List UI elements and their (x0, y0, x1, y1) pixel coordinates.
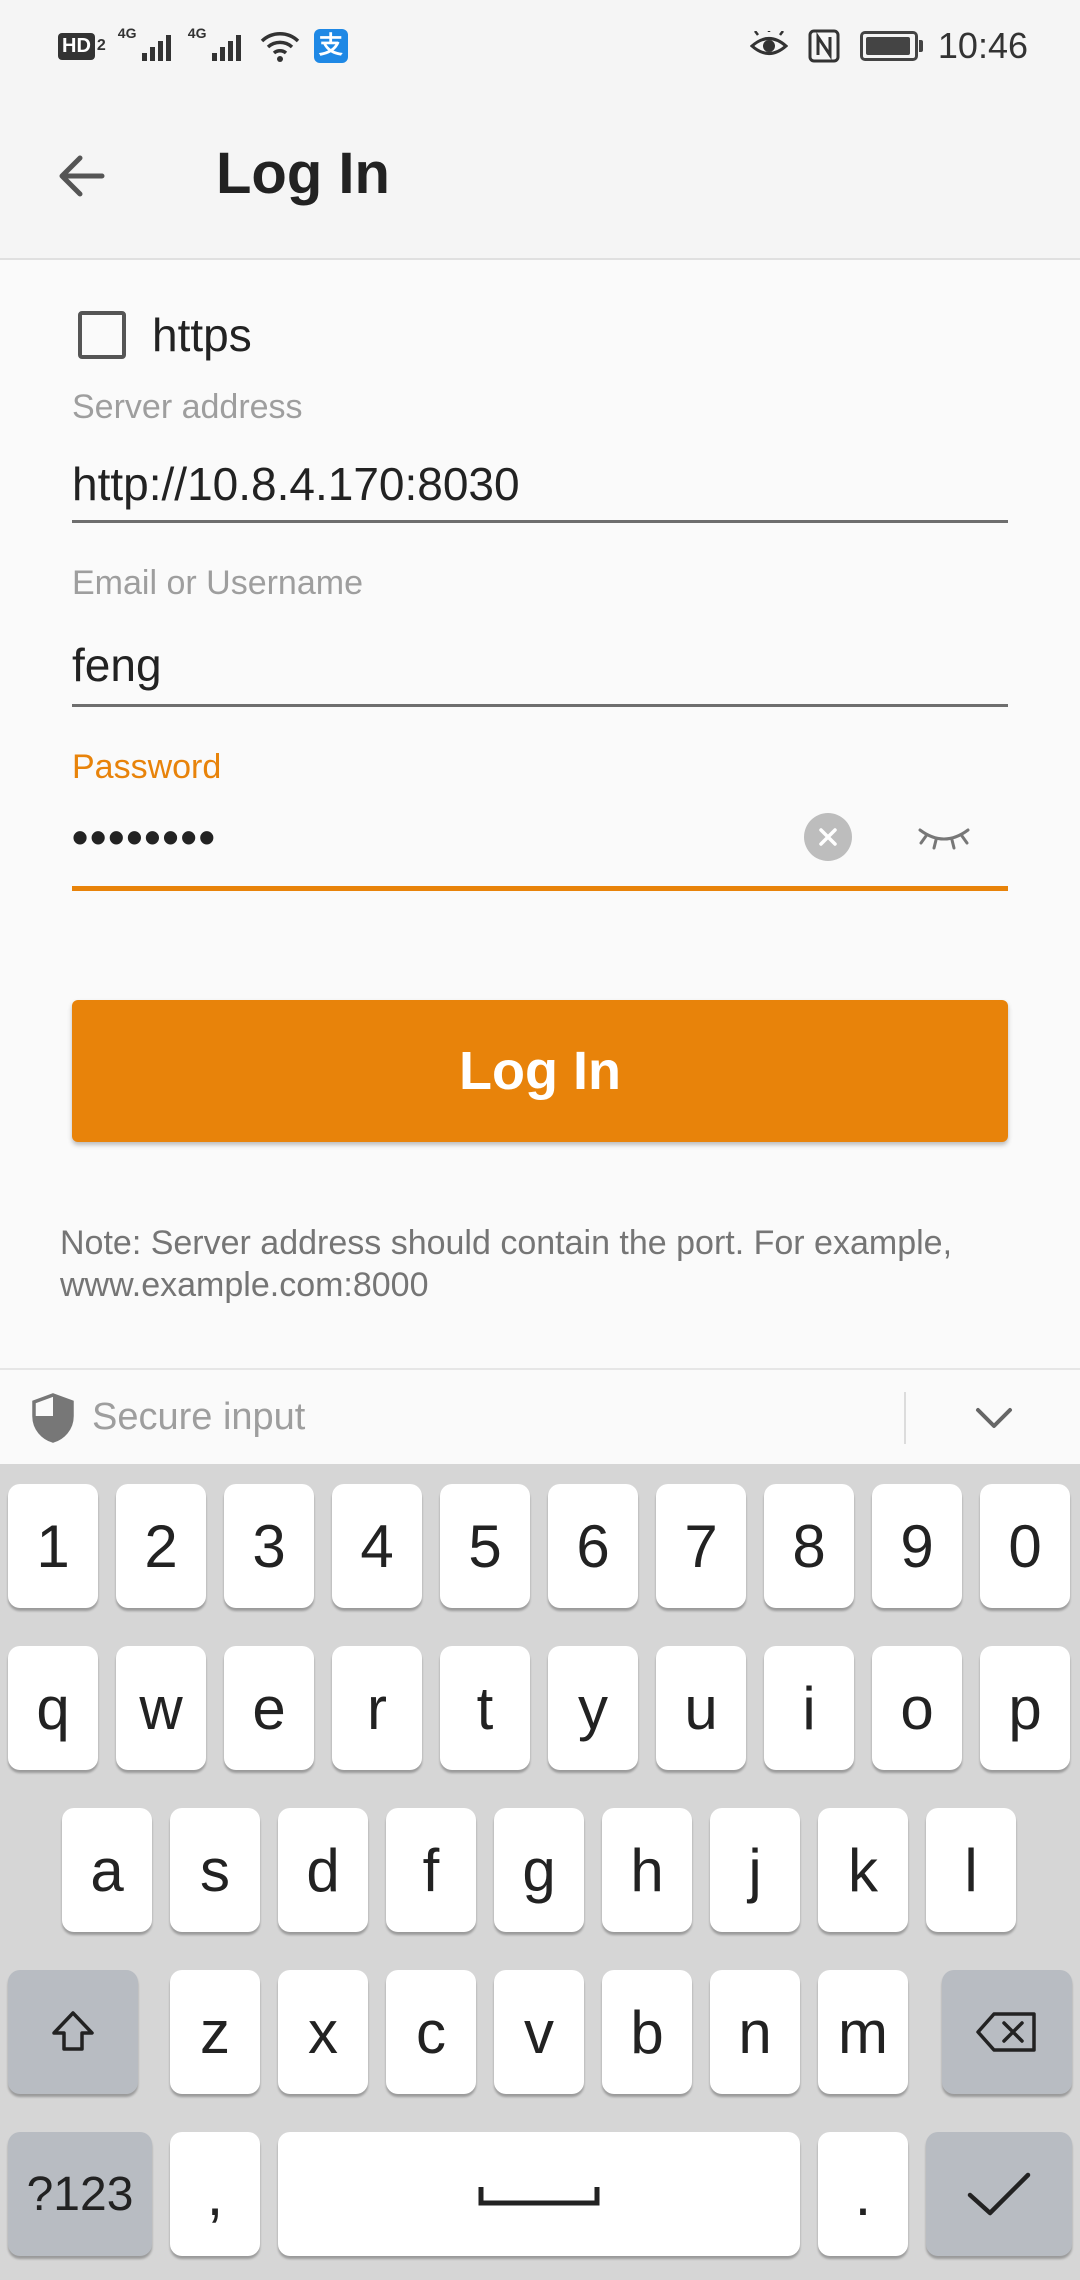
chevron-down-icon[interactable] (970, 1396, 1018, 1440)
key[interactable]: z (170, 1970, 260, 2094)
key[interactable]: x (278, 1970, 368, 2094)
hd-icon: HD 2 (58, 32, 106, 60)
key[interactable]: 6 (548, 1484, 638, 1608)
status-time: 10:46 (937, 25, 1028, 66)
key[interactable]: h (602, 1808, 692, 1932)
status-left-icons: HD 2 4G 4G 支 (58, 25, 348, 64)
secure-input-label: Secure input (92, 1396, 306, 1438)
https-checkbox-row[interactable]: https (78, 308, 252, 362)
server-address-underline (72, 520, 1008, 523)
hd-label: HD (58, 32, 95, 60)
username-label: Email or Username (72, 564, 363, 602)
clear-password-button[interactable] (804, 813, 852, 861)
key[interactable]: k (818, 1808, 908, 1932)
key[interactable]: e (224, 1646, 314, 1770)
signal-icon: 4G (118, 25, 176, 61)
comma-key[interactable]: , (170, 2132, 260, 2256)
key[interactable]: 8 (764, 1484, 854, 1608)
key[interactable]: i (764, 1646, 854, 1770)
eye-icon (749, 31, 788, 55)
server-address-input[interactable] (72, 454, 1008, 514)
backspace-key[interactable] (942, 1970, 1072, 2094)
password-input[interactable]: •••••••• (72, 810, 217, 864)
key[interactable]: f (386, 1808, 476, 1932)
shift-key[interactable] (8, 1970, 138, 2094)
username-underline (72, 704, 1008, 707)
login-button[interactable]: Log In (72, 1000, 1008, 1142)
key[interactable]: t (440, 1646, 530, 1770)
signal-label: 4G (117, 25, 137, 41)
eye-closed-icon[interactable] (912, 808, 976, 864)
key[interactable]: y (548, 1646, 638, 1770)
key[interactable]: b (602, 1970, 692, 2094)
symbols-key[interactable]: ?123 (8, 2132, 152, 2256)
key[interactable]: s (170, 1808, 260, 1932)
key[interactable]: 9 (872, 1484, 962, 1608)
app-bar: Log In (0, 92, 1080, 260)
key[interactable]: 3 (224, 1484, 314, 1608)
key[interactable]: j (710, 1808, 800, 1932)
key[interactable]: 7 (656, 1484, 746, 1608)
battery-icon (859, 31, 923, 61)
key[interactable]: 4 (332, 1484, 422, 1608)
password-underline (72, 886, 1008, 891)
key[interactable]: v (494, 1970, 584, 2094)
status-bar: HD 2 4G 4G 支 10:46 (0, 0, 1080, 92)
close-icon (819, 828, 837, 846)
enter-key[interactable] (926, 2132, 1072, 2256)
key[interactable]: a (62, 1808, 152, 1932)
space-icon (478, 2187, 600, 2206)
password-label: Password (72, 748, 222, 786)
nfc-icon (808, 29, 840, 63)
server-address-label: Server address (72, 388, 303, 426)
key[interactable]: l (926, 1808, 1016, 1932)
checkmark-icon (967, 2172, 1031, 2216)
key[interactable]: w (116, 1646, 206, 1770)
alipay-icon: 支 (313, 29, 348, 63)
key[interactable]: c (386, 1970, 476, 2094)
page-title: Log In (216, 141, 390, 206)
arrow-back-icon[interactable] (50, 144, 114, 208)
key[interactable]: 2 (116, 1484, 206, 1608)
shield-icon (32, 1393, 74, 1443)
space-key[interactable] (278, 2132, 800, 2256)
key[interactable]: g (494, 1808, 584, 1932)
port-note: Note: Server address should contain the … (60, 1224, 953, 1304)
signal-label: 4G (187, 25, 207, 41)
key[interactable]: q (8, 1646, 98, 1770)
hd-sub: 2 (96, 37, 106, 54)
key[interactable]: o (872, 1646, 962, 1770)
key[interactable]: 1 (8, 1484, 98, 1608)
battery-fill (865, 37, 910, 55)
key[interactable]: m (818, 1970, 908, 2094)
signal-icon: 4G (188, 25, 246, 61)
https-checkbox[interactable] (78, 311, 126, 359)
wifi-icon (260, 32, 300, 62)
key[interactable]: u (656, 1646, 746, 1770)
key[interactable]: n (710, 1970, 800, 2094)
username-input[interactable] (72, 634, 1008, 696)
key[interactable]: r (332, 1646, 422, 1770)
key[interactable]: d (278, 1808, 368, 1932)
status-right-icons: 10:46 (749, 24, 1028, 68)
period-key[interactable]: . (818, 2132, 908, 2256)
key[interactable]: 0 (980, 1484, 1070, 1608)
shift-icon (52, 2011, 94, 2051)
https-label: https (152, 309, 252, 361)
key[interactable]: p (980, 1646, 1070, 1770)
secure-input-bar: Secure input (0, 1368, 1080, 1466)
key[interactable]: 5 (440, 1484, 530, 1608)
divider (904, 1392, 906, 1444)
backspace-icon (976, 2012, 1036, 2052)
keyboard: 1 2 3 4 5 6 7 8 9 0 q w e r t y u i o p … (0, 1464, 1080, 2280)
